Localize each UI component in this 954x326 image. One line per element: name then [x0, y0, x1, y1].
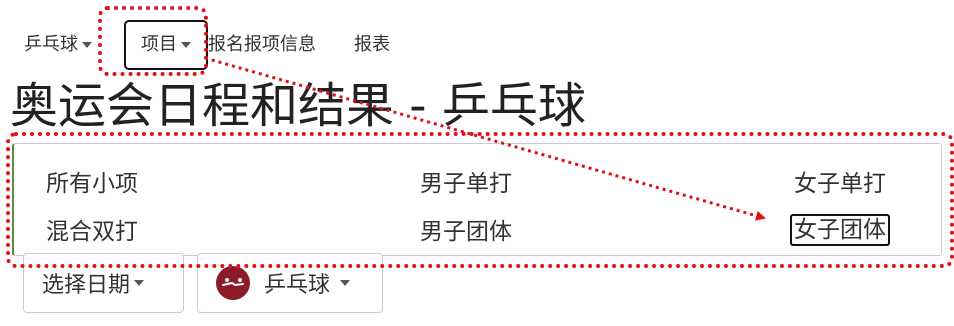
nav-sport-dropdown[interactable]: 乒乓球: [24, 32, 92, 58]
menu-item-mens-singles[interactable]: 男子单打: [420, 168, 512, 200]
menu-item-all-events[interactable]: 所有小项: [46, 168, 138, 200]
select-date-button[interactable]: 选择日期: [23, 253, 184, 313]
chevron-down-icon: [340, 280, 351, 286]
chevron-down-icon: [82, 42, 92, 48]
menu-item-mixed-doubles[interactable]: 混合双打: [46, 216, 138, 248]
nav-events-dropdown[interactable]: 项目: [124, 20, 208, 70]
nav-events-label: 项目: [141, 34, 177, 55]
page-title: 奥运会日程和结果 - 乒乓球: [10, 78, 586, 134]
menu-item-mens-team[interactable]: 男子团体: [420, 216, 512, 248]
sport-filter-label: 乒乓球: [264, 273, 331, 298]
menu-item-womens-singles[interactable]: 女子单打: [794, 168, 886, 200]
events-dropdown-menu: 所有小项 男子单打 女子单打 混合双打 男子团体 女子团体: [12, 143, 942, 256]
select-date-label: 选择日期: [42, 273, 131, 298]
chevron-down-icon: [181, 42, 191, 48]
nav-sport-label: 乒乓球: [24, 34, 78, 55]
table-tennis-icon: [216, 266, 250, 300]
sport-filter-button[interactable]: 乒乓球: [197, 253, 383, 313]
nav-reports-link[interactable]: 报表: [354, 32, 390, 58]
chevron-down-icon: [134, 280, 145, 286]
menu-item-womens-team[interactable]: 女子团体: [790, 214, 890, 246]
nav-entries-link[interactable]: 报名报项信息: [208, 32, 316, 58]
